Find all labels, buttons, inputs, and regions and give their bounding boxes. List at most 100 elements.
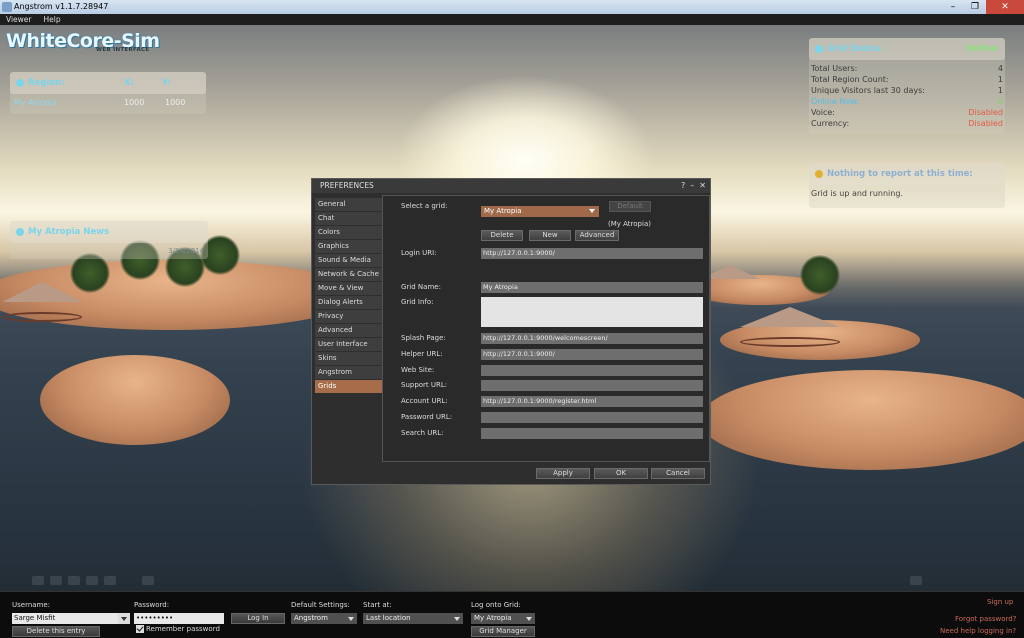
- default-button[interactable]: Default: [609, 201, 651, 212]
- beach-hut: [2, 282, 82, 322]
- minimize-button[interactable]: –: [942, 0, 964, 14]
- tab-user-interface[interactable]: User Interface: [315, 338, 384, 351]
- tab-grids[interactable]: Grids: [315, 380, 384, 393]
- tab-chat[interactable]: Chat: [315, 212, 384, 225]
- tab-colors[interactable]: Colors: [315, 226, 384, 239]
- remember-password-label: Remember password: [146, 625, 220, 633]
- tab-skins[interactable]: Skins: [315, 352, 384, 365]
- news-panel-header[interactable]: My Atropia News: [10, 221, 208, 243]
- grid-info-label: Grid Info:: [401, 298, 434, 306]
- search-url-field[interactable]: [481, 428, 703, 439]
- web-site-field[interactable]: [481, 365, 703, 376]
- scene-control-button[interactable]: [32, 576, 44, 585]
- password-field[interactable]: •••••••••: [134, 613, 224, 624]
- account-url-field[interactable]: http://127.0.0.1:9000/register.html: [481, 396, 703, 407]
- username-field[interactable]: Sarge Misfit: [12, 613, 118, 624]
- scene-control-button[interactable]: [86, 576, 98, 585]
- grid-login-dropdown[interactable]: My Atropia: [471, 613, 535, 624]
- ok-button[interactable]: OK: [594, 468, 648, 479]
- region-col-y: Y:: [162, 78, 171, 88]
- login-uri-label: Login URI:: [401, 249, 437, 257]
- chevron-down-icon: [454, 617, 460, 621]
- tab-advanced[interactable]: Advanced: [315, 324, 384, 337]
- region-name-link[interactable]: My Atropia: [14, 98, 57, 107]
- news-date: 3/14/2014: [168, 247, 204, 255]
- delete-entry-button[interactable]: Delete this entry: [12, 626, 100, 637]
- preferences-tabs: General Chat Colors Graphics Sound & Med…: [315, 198, 384, 394]
- helper-url-label: Helper URL:: [401, 350, 443, 358]
- status-row-online-now[interactable]: Online Now: 0: [811, 97, 1003, 108]
- news-title[interactable]: My Atropia News: [28, 227, 109, 237]
- helper-url-field[interactable]: http://127.0.0.1:9000/: [481, 349, 703, 360]
- login-uri-field[interactable]: http://127.0.0.1:9000/: [481, 248, 703, 259]
- tab-general[interactable]: General: [315, 198, 384, 211]
- preferences-titlebar[interactable]: PREFERENCES ? – ✕: [312, 179, 710, 193]
- grid-online-badge: Online: [966, 44, 997, 54]
- window-title: Angstrom v1.1.7.28947: [14, 2, 109, 11]
- remember-password-checkbox[interactable]: Remember password: [136, 625, 220, 633]
- scene-control-button[interactable]: [50, 576, 62, 585]
- region-col-x: X:: [124, 78, 134, 88]
- tab-angstrom[interactable]: Angstrom: [315, 366, 384, 379]
- help-icon[interactable]: ?: [681, 179, 685, 193]
- tab-dialog-alerts[interactable]: Dialog Alerts: [315, 296, 384, 309]
- grid-select-dropdown[interactable]: My Atropia: [481, 206, 599, 217]
- scene-control-button[interactable]: [68, 576, 80, 585]
- checkbox-checked-icon[interactable]: [136, 625, 144, 633]
- beach-hut: [740, 307, 840, 347]
- splash-page-label: Splash Page:: [401, 334, 446, 342]
- splash-page-field[interactable]: http://127.0.0.1:9000/welcomescreen/: [481, 333, 703, 344]
- sign-up-link[interactable]: Sign up: [987, 598, 1013, 606]
- search-url-label: Search URL:: [401, 429, 444, 437]
- menu-help[interactable]: Help: [38, 14, 67, 25]
- scene-control-button[interactable]: [142, 576, 154, 585]
- grid-manager-button[interactable]: Grid Manager: [471, 626, 535, 637]
- palm-tree: [800, 255, 840, 295]
- help-logging-in-link[interactable]: Need help logging in?: [940, 627, 1016, 635]
- tab-sound-media[interactable]: Sound & Media: [315, 254, 384, 267]
- password-url-label: Password URL:: [401, 413, 453, 421]
- log-in-button[interactable]: Log In: [231, 613, 285, 624]
- minimize-icon[interactable]: –: [690, 179, 694, 193]
- username-dropdown[interactable]: [118, 613, 130, 624]
- apply-button[interactable]: Apply: [536, 468, 590, 479]
- close-button[interactable]: ✕: [986, 0, 1024, 14]
- status-row: Voice: Disabled: [811, 108, 1003, 117]
- password-url-field[interactable]: [481, 412, 703, 423]
- logo-subtitle: WEB INTERFACE: [96, 47, 150, 53]
- forgot-password-link[interactable]: Forgot password?: [955, 615, 1016, 623]
- grids-panel: Select a grid: My Atropia Default (My At…: [382, 195, 710, 462]
- new-button[interactable]: New: [529, 230, 571, 241]
- sandbar-left: [40, 355, 230, 445]
- region-icon: [16, 79, 24, 87]
- default-settings-dropdown[interactable]: Angstrom: [291, 613, 357, 624]
- region-panel: Region: X: Y: My Atropia 1000 1000: [10, 72, 206, 114]
- close-icon[interactable]: ✕: [699, 179, 706, 193]
- support-url-field[interactable]: [481, 380, 703, 391]
- chevron-down-icon: [348, 617, 354, 621]
- account-url-label: Account URL:: [401, 397, 448, 405]
- news-panel: My Atropia News 3/14/2014: [10, 221, 208, 259]
- grid-status-icon: [815, 45, 823, 53]
- grid-status-panel: Grid Status Online Total Users: 4 Total R…: [809, 38, 1005, 134]
- preferences-title: PREFERENCES: [320, 181, 374, 190]
- password-label: Password:: [134, 601, 170, 609]
- scene-control-button[interactable]: [910, 576, 922, 585]
- grid-status-header: Grid Status Online: [809, 38, 1005, 60]
- grid-name-label: Grid Name:: [401, 283, 441, 291]
- grid-login-label: Log onto Grid:: [471, 601, 521, 609]
- support-url-label: Support URL:: [401, 381, 448, 389]
- advanced-button[interactable]: Advanced: [575, 230, 619, 241]
- grid-info-field[interactable]: [481, 297, 703, 327]
- menu-viewer[interactable]: Viewer: [0, 14, 38, 25]
- cancel-button[interactable]: Cancel: [651, 468, 705, 479]
- maximize-button[interactable]: ❐: [964, 0, 986, 14]
- tab-move-view[interactable]: Move & View: [315, 282, 384, 295]
- grid-name-field[interactable]: My Atropia: [481, 282, 703, 293]
- tab-privacy[interactable]: Privacy: [315, 310, 384, 323]
- tab-network-cache[interactable]: Network & Cache: [315, 268, 384, 281]
- start-at-dropdown[interactable]: Last location: [363, 613, 463, 624]
- delete-button[interactable]: Delete: [481, 230, 523, 241]
- scene-control-button[interactable]: [104, 576, 116, 585]
- tab-graphics[interactable]: Graphics: [315, 240, 384, 253]
